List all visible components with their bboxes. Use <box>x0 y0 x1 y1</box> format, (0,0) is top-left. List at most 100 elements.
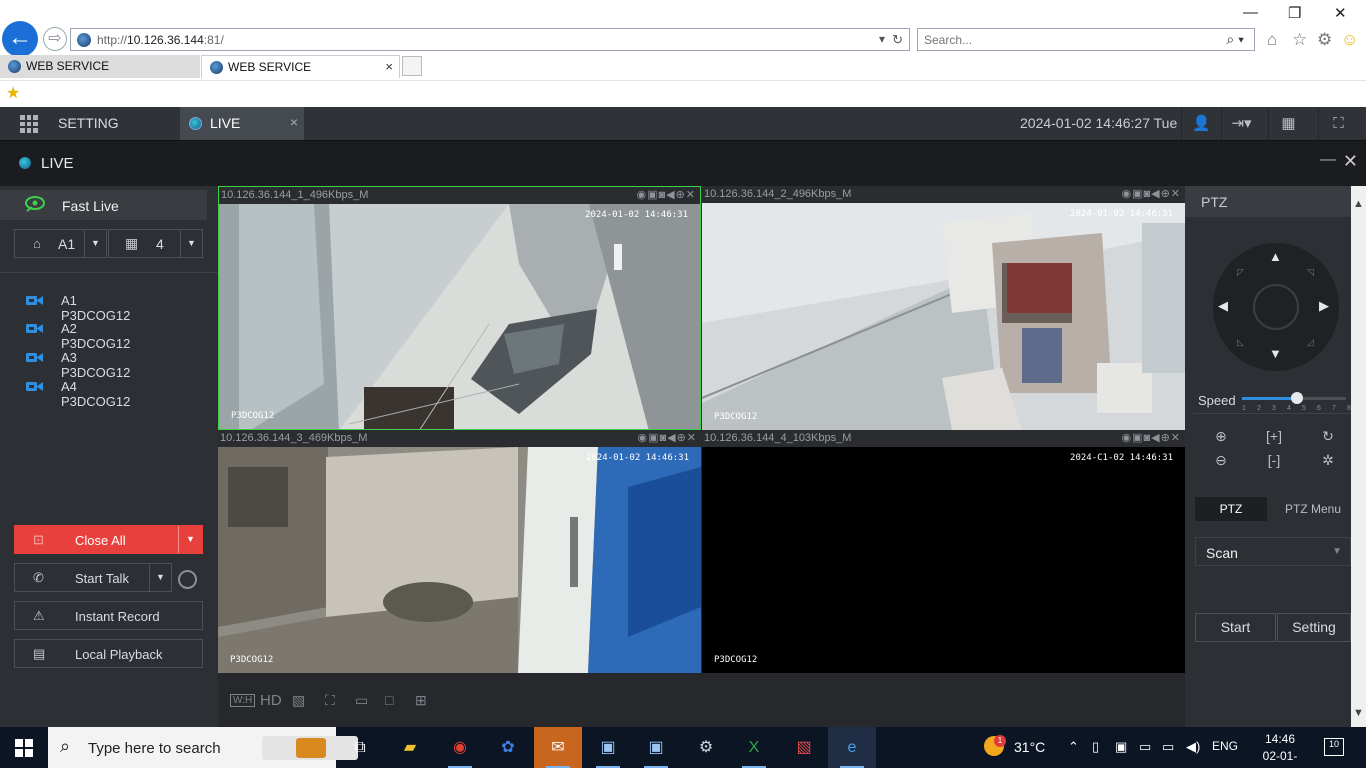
restore-window-button[interactable]: ❐ <box>1288 4 1301 22</box>
browser-tab-1[interactable]: WEB SERVICE <box>0 55 200 78</box>
tab-ptz[interactable]: PTZ <box>1195 497 1267 521</box>
video-pane-2[interactable]: 10.126.36.144_2_496Kbps_M ◉▣◙◀⊕✕ 2024-01… <box>702 186 1185 430</box>
ptz-center-button[interactable] <box>1253 284 1299 330</box>
user-icon[interactable]: 👤 <box>1181 107 1221 140</box>
app-icon-red[interactable]: ▧ <box>780 727 828 768</box>
speed-slider[interactable] <box>1242 392 1346 404</box>
video-pane-3[interactable]: 10.126.36.144_3_469Kbps_M ◉▣◙◀⊕✕ 2024-01… <box>218 430 701 673</box>
instant-record-button[interactable]: ⚠ Instant Record <box>14 601 203 630</box>
one-window-icon[interactable]: □ <box>385 692 393 708</box>
chrome-icon[interactable]: ◉ <box>436 727 484 768</box>
talk-status-indicator[interactable] <box>178 570 197 589</box>
home-icon[interactable]: ⌂ <box>1267 30 1277 50</box>
main-menu-grid-icon[interactable] <box>20 115 38 133</box>
fullscreen-icon[interactable]: ⛶ <box>1318 107 1358 140</box>
focus-far-icon[interactable]: [-] <box>1258 452 1290 468</box>
internet-explorer-icon[interactable]: e <box>828 727 876 768</box>
ptz-down-right-icon[interactable]: ◿ <box>1307 337 1314 348</box>
feedback-smiley-icon[interactable]: ☺ <box>1341 30 1358 50</box>
zoom-in-icon[interactable]: ⊕ <box>1205 428 1237 445</box>
tab-ptz-menu[interactable]: PTZ Menu <box>1277 497 1349 521</box>
close-all-button[interactable]: ⊡ Close All ▼ <box>14 525 203 554</box>
chevron-down-icon[interactable]: ▼ <box>149 564 171 591</box>
tray-app-icon-2[interactable]: ▣ <box>1115 739 1127 755</box>
browser-tab-2[interactable]: WEB SERVICE × <box>201 55 400 78</box>
ptz-down-icon[interactable]: ▼ <box>1269 346 1282 361</box>
ptz-up-icon[interactable]: ▲ <box>1269 249 1282 264</box>
tray-app-icon[interactable]: ▯ <box>1092 739 1099 755</box>
aspect-ratio-icon[interactable]: W:H <box>230 694 256 707</box>
task-view-icon[interactable]: ⧉ <box>336 727 384 768</box>
ptz-down-left-icon[interactable]: ◺ <box>1237 337 1244 348</box>
chevron-down-icon[interactable]: ▼ <box>84 230 106 257</box>
notification-icon[interactable]: 10 <box>1324 738 1344 756</box>
forward-button[interactable]: ⇨ <box>43 27 67 51</box>
ptz-left-icon[interactable]: ◀ <box>1218 298 1228 314</box>
pane-tools[interactable]: ◉▣◙◀⊕✕ <box>637 430 697 446</box>
video-pane-1[interactable]: 10.126.36.144_1_496Kbps_M ◉▣◙◀⊕✕ 2024-01… <box>218 186 701 430</box>
pane-tools[interactable]: ◉▣◙◀⊕✕ <box>1121 430 1181 446</box>
full-view-icon[interactable]: ⛶ <box>325 692 335 709</box>
app-icon-blue[interactable]: ✿ <box>484 727 532 768</box>
close-panel-icon[interactable]: ✕ <box>1343 151 1358 172</box>
network-icon[interactable]: ▭ <box>1162 739 1174 755</box>
control-panel-icon[interactable]: ⚙ <box>682 727 730 768</box>
new-tab-button[interactable] <box>402 56 422 76</box>
taskbar-search[interactable]: ⌕ Type here to search <box>48 727 358 768</box>
battery-icon[interactable]: ▭ <box>1139 739 1151 755</box>
outlook-icon[interactable]: ✉ <box>534 727 582 768</box>
video-pane-4[interactable]: 10.126.36.144_4_103Kbps_M ◉▣◙◀⊕✕ 2024-C1… <box>702 430 1185 673</box>
browser-search-input[interactable] <box>924 33 1214 47</box>
back-button[interactable]: ← <box>2 21 38 57</box>
scroll-up-icon[interactable]: ▲ <box>1353 198 1364 210</box>
nav-live-tab[interactable]: LIVE × <box>180 107 304 140</box>
local-playback-button[interactable]: ▤ Local Playback <box>14 639 203 668</box>
close-live-tab-button[interactable]: × <box>290 114 298 130</box>
ptz-direction-pad[interactable]: ▲ ▼ ◀ ▶ ◸ ◹ ◺ ◿ <box>1213 243 1339 371</box>
file-explorer-icon[interactable]: ▰ <box>386 727 434 768</box>
temperature[interactable]: 31°C <box>1014 739 1045 755</box>
iris-open-icon[interactable]: ↻ <box>1312 428 1344 445</box>
ptz-mode-select[interactable]: Scan ▼ <box>1195 537 1351 566</box>
ptz-right-icon[interactable]: ▶ <box>1319 298 1329 314</box>
address-dropdown-icon[interactable]: ▾ <box>879 32 885 46</box>
close-window-button[interactable]: ✕ <box>1334 4 1347 22</box>
search-icon[interactable]: ⌕ ▾ <box>1226 31 1244 48</box>
ptz-up-left-icon[interactable]: ◸ <box>1237 267 1244 278</box>
four-window-icon[interactable]: ⊞ <box>415 692 427 709</box>
ptz-start-button[interactable]: Start <box>1195 613 1276 642</box>
vertical-scrollbar[interactable]: ▲ ▼ <box>1351 186 1366 727</box>
show-hidden-icons-icon[interactable]: ⌃ <box>1068 739 1079 755</box>
address-bar[interactable]: http://10.126.36.144:81/ ▾ ↻ <box>70 28 910 51</box>
iris-close-icon[interactable]: ✲ <box>1312 452 1344 469</box>
chevron-down-icon[interactable]: ▼ <box>180 230 202 257</box>
split-select[interactable]: ▦ 4 ▼ <box>108 229 203 258</box>
logout-icon[interactable]: ⇥▾ <box>1221 107 1261 140</box>
chevron-down-icon[interactable]: ▼ <box>178 526 202 553</box>
minimize-panel-icon[interactable]: — <box>1320 151 1336 169</box>
app-window-icon[interactable]: ▣ <box>584 727 632 768</box>
add-favorite-icon[interactable]: ★ <box>6 83 20 103</box>
hd-button[interactable]: HD <box>260 692 282 709</box>
windows-start-icon[interactable] <box>15 739 33 757</box>
scroll-down-icon[interactable]: ▼ <box>1353 707 1364 719</box>
channel-group-select[interactable]: ⌂ A1 ▼ <box>14 229 107 258</box>
fluency-icon[interactable]: ▧ <box>292 692 305 709</box>
layout-icon[interactable]: ▦ <box>1268 107 1308 140</box>
favorites-star-icon[interactable]: ☆ <box>1292 30 1307 50</box>
start-talk-button[interactable]: ✆ Start Talk ▼ <box>14 563 172 592</box>
zoom-out-icon[interactable]: ⊖ <box>1205 452 1237 469</box>
fast-live-header[interactable]: Fast Live <box>0 190 207 220</box>
pane-tools[interactable]: ◉▣◙◀⊕✕ <box>636 187 696 203</box>
volume-icon[interactable]: ◀) <box>1186 739 1200 755</box>
chevron-down-icon[interactable]: ▼ <box>1332 546 1342 557</box>
single-split-icon[interactable]: ▭ <box>355 692 368 709</box>
app-window-icon-2[interactable]: ▣ <box>632 727 680 768</box>
settings-gear-icon[interactable]: ⚙ <box>1317 30 1332 50</box>
pane-tools[interactable]: ◉▣◙◀⊕✕ <box>1121 186 1181 202</box>
ptz-setting-button[interactable]: Setting <box>1277 613 1351 642</box>
ptz-up-right-icon[interactable]: ◹ <box>1307 267 1314 278</box>
close-tab-button[interactable]: × <box>385 56 393 78</box>
language-indicator[interactable]: ENG <box>1212 739 1238 753</box>
focus-near-icon[interactable]: [+] <box>1258 428 1290 444</box>
